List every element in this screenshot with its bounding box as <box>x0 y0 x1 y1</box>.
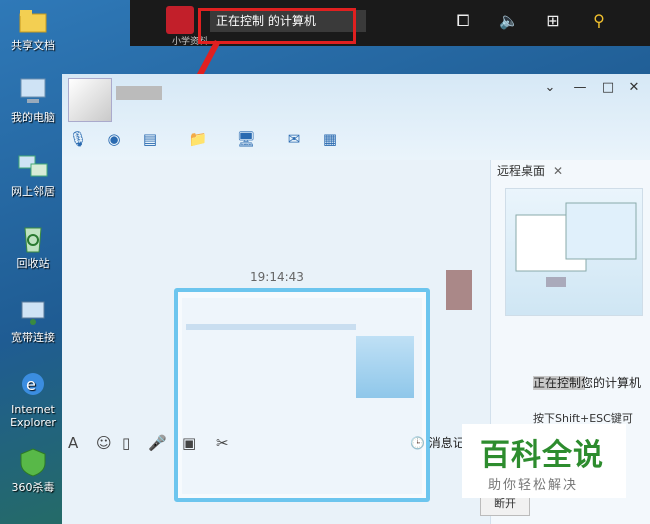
font-icon[interactable]: A <box>68 434 78 452</box>
emoji-icon[interactable]: ☺ <box>96 434 112 452</box>
remote-desktop-icon[interactable]: 🖥 <box>234 128 258 150</box>
screenshot-panel <box>356 336 414 398</box>
folder-shared-icon <box>19 10 47 33</box>
image-icon[interactable]: ▣ <box>182 434 196 452</box>
scissors-icon[interactable]: ✂ <box>216 434 229 452</box>
volume-icon[interactable]: 🔈 <box>498 10 520 32</box>
app-icon[interactable] <box>166 6 194 34</box>
chat-area: 19:14:43 <box>62 160 482 502</box>
desktop-icon-recycle-bin[interactable]: 回收站 <box>0 222 66 270</box>
desktop-icon-broadband[interactable]: 宽带连接 <box>0 296 66 344</box>
message-record-label: 消息记 <box>428 436 465 450</box>
screenshot-content <box>182 298 422 494</box>
file-transfer-icon[interactable]: 📁 <box>186 128 210 150</box>
desktop-icon-360[interactable]: 360杀毒 <box>0 446 66 494</box>
ie-icon: e <box>22 373 44 395</box>
mic-icon[interactable]: 🎤 <box>148 434 167 452</box>
screenshot-bar <box>186 324 356 330</box>
desktop-icon-label: 共享文档 <box>11 39 55 52</box>
desktop-icon-label: 我的电脑 <box>11 111 55 124</box>
broadband-icon <box>21 301 45 325</box>
contact-name-redacted <box>116 86 162 100</box>
fullscreen-icon[interactable]: ⧠ <box>452 10 474 32</box>
screenshot-message[interactable] <box>174 288 430 502</box>
share-screen-icon[interactable]: ▤ <box>138 128 162 150</box>
timestamp: 19:14:43 <box>250 270 304 284</box>
watermark-title: 百科全说 <box>480 438 604 473</box>
svg-text:e: e <box>26 375 36 394</box>
window-header: ⌄ — □ ✕ 🎙 ◉ ▤ 📁 🖥 ✉ ▦ <box>62 74 650 160</box>
antivirus-icon <box>20 448 46 477</box>
minimize-icon[interactable]: — <box>572 80 588 95</box>
message-record-link[interactable]: 🕒 消息记 <box>410 434 465 451</box>
pin-icon[interactable]: ⚲ <box>588 10 610 32</box>
screenshot-icon[interactable]: ▯ <box>122 434 130 452</box>
desktop-icon-my-computer[interactable]: 我的电脑 <box>0 76 66 124</box>
watermark: 百科全说 助你轻松解决 <box>462 424 626 498</box>
close-icon[interactable]: ✕ <box>553 160 563 182</box>
panel-description: 正在控制您的计算机 <box>533 376 642 390</box>
highlight-box <box>198 8 356 44</box>
network-icon <box>18 155 48 177</box>
sender-avatar-redacted <box>446 270 472 310</box>
desktop-icon-ie[interactable]: e Internet Explorer <box>0 368 66 429</box>
desktop-icon-label: 网上邻居 <box>11 185 55 198</box>
maximize-icon[interactable]: □ <box>600 80 616 95</box>
desktop-icon-network[interactable]: 网上邻居 <box>0 150 66 198</box>
recycle-bin-icon <box>24 227 42 253</box>
close-icon[interactable]: ✕ <box>626 80 642 95</box>
remote-desktop-illustration <box>505 188 643 316</box>
computer-icon <box>20 78 46 103</box>
watermark-subtitle: 助你轻松解决 <box>488 478 579 493</box>
window-mode-icon[interactable]: ⊞ <box>542 10 564 32</box>
panel-tab-title: 远程桌面 <box>497 164 546 178</box>
clock-icon: 🕒 <box>410 436 425 450</box>
desktop-icon-label: 回收站 <box>16 257 50 270</box>
video-call-icon[interactable]: ◉ <box>102 128 126 150</box>
desktop-icon-shared-docs[interactable]: 共享文档 <box>0 4 66 52</box>
message-add-icon[interactable]: ✉ <box>282 128 306 150</box>
monitors-illustration <box>515 202 637 287</box>
desktop-icon-label: 360杀毒 <box>11 481 55 494</box>
apps-icon[interactable]: ▦ <box>318 128 342 150</box>
desktop-icon-label: Internet Explorer <box>10 403 56 429</box>
desktop-icon-label: 宽带连接 <box>11 331 55 344</box>
chevron-down-icon[interactable]: ⌄ <box>542 80 558 95</box>
voice-call-icon[interactable]: 🎙 <box>66 128 90 150</box>
avatar[interactable] <box>68 78 112 122</box>
